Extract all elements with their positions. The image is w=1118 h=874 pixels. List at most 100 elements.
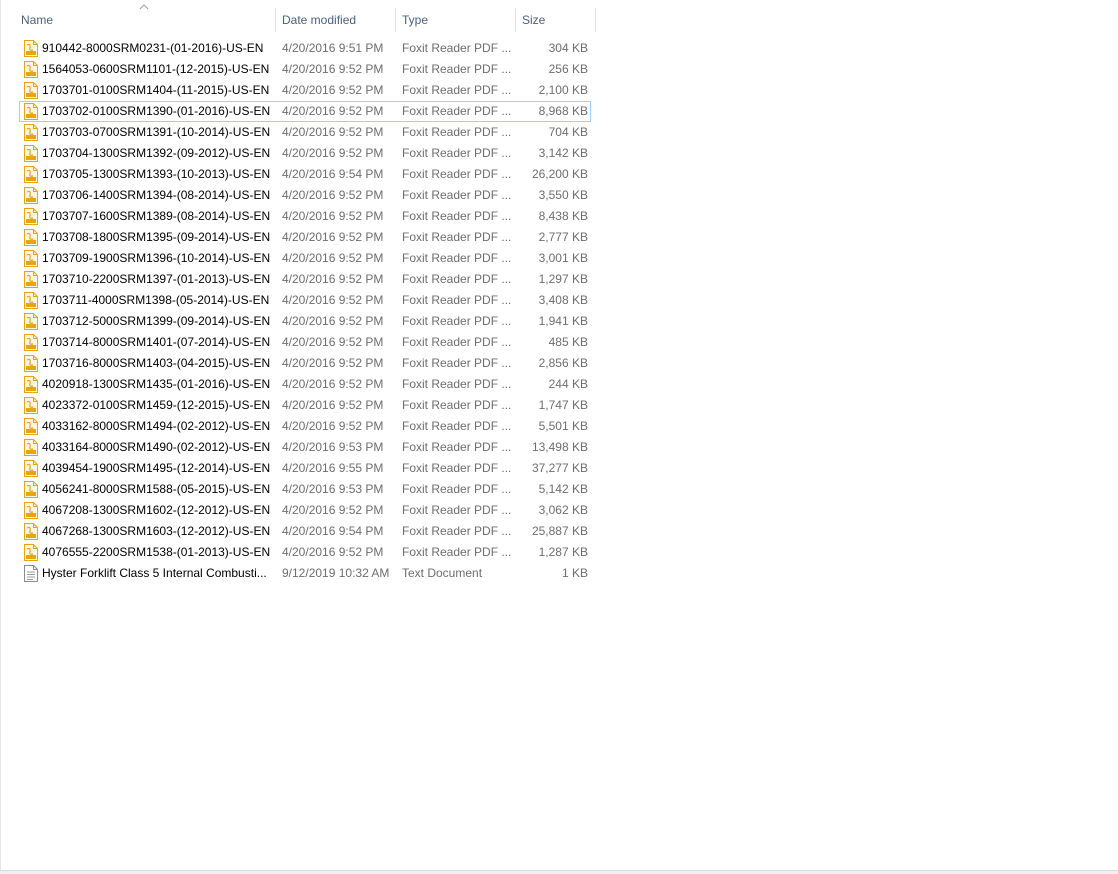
file-size: 5,501 KB	[538, 419, 588, 433]
pdf-file-icon	[24, 271, 38, 288]
file-row[interactable]: 4023372-0100SRM1459-(12-2015)-US-EN 4/20/…	[19, 395, 591, 416]
file-row[interactable]: 4033164-8000SRM1490-(02-2012)-US-EN 4/20/…	[19, 437, 591, 458]
file-row[interactable]: 1703711-4000SRM1398-(05-2014)-US-EN 4/20/…	[19, 290, 591, 311]
file-name: 1703705-1300SRM1393-(10-2013)-US-EN	[42, 167, 271, 181]
file-size: 1,747 KB	[538, 398, 588, 412]
file-name: 4039454-1900SRM1495-(12-2014)-US-EN	[42, 461, 271, 475]
file-date-modified: 4/20/2016 9:52 PM	[282, 314, 384, 328]
file-name: 1564053-0600SRM1101-(12-2015)-US-EN	[42, 62, 270, 76]
file-row[interactable]: 4039454-1900SRM1495-(12-2014)-US-EN 4/20/…	[19, 458, 591, 479]
file-type: Foxit Reader PDF ...	[402, 167, 512, 181]
file-date-modified: 4/20/2016 9:52 PM	[282, 335, 384, 349]
file-date-modified: 4/20/2016 9:52 PM	[282, 272, 384, 286]
file-name: 1703712-5000SRM1399-(09-2014)-US-EN	[42, 314, 271, 328]
file-size: 2,100 KB	[538, 83, 588, 97]
file-size: 37,277 KB	[531, 461, 588, 475]
file-date-modified: 4/20/2016 9:52 PM	[282, 545, 384, 559]
file-date-modified: 4/20/2016 9:52 PM	[282, 146, 384, 160]
file-type: Foxit Reader PDF ...	[402, 335, 512, 349]
file-row[interactable]: 4067208-1300SRM1602-(12-2012)-US-EN 4/20/…	[19, 500, 591, 521]
file-name: 1703701-0100SRM1404-(11-2015)-US-EN	[42, 83, 270, 97]
file-row[interactable]: 1703712-5000SRM1399-(09-2014)-US-EN 4/20/…	[19, 311, 591, 332]
pdf-file-icon	[24, 376, 38, 393]
file-size: 26,200 KB	[531, 167, 588, 181]
file-row[interactable]: 1703709-1900SRM1396-(10-2014)-US-EN 4/20/…	[19, 248, 591, 269]
file-size: 2,856 KB	[538, 356, 588, 370]
file-row[interactable]: 1703702-0100SRM1390-(01-2016)-US-EN 4/20/…	[19, 101, 591, 122]
file-date-modified: 4/20/2016 9:52 PM	[282, 125, 384, 139]
file-name: 1703703-0700SRM1391-(10-2014)-US-EN	[42, 125, 271, 139]
file-row[interactable]: 4033162-8000SRM1494-(02-2012)-US-EN 4/20/…	[19, 416, 591, 437]
pdf-file-icon	[24, 481, 38, 498]
file-date-modified: 4/20/2016 9:54 PM	[282, 524, 384, 538]
file-size: 704 KB	[548, 125, 588, 139]
file-row[interactable]: 1703710-2200SRM1397-(01-2013)-US-EN 4/20/…	[19, 269, 591, 290]
file-date-modified: 4/20/2016 9:53 PM	[282, 482, 384, 496]
file-size: 25,887 KB	[531, 524, 588, 538]
file-type: Foxit Reader PDF ...	[402, 419, 512, 433]
file-date-modified: 4/20/2016 9:52 PM	[282, 503, 384, 517]
file-type: Foxit Reader PDF ...	[402, 482, 512, 496]
file-row[interactable]: 1703706-1400SRM1394-(08-2014)-US-EN 4/20/…	[19, 185, 591, 206]
pdf-file-icon	[24, 103, 38, 120]
pdf-file-icon	[24, 166, 38, 183]
file-size: 8,968 KB	[538, 104, 588, 118]
file-date-modified: 9/12/2019 10:32 AM	[282, 566, 390, 580]
pdf-file-icon	[24, 313, 38, 330]
pdf-file-icon	[24, 439, 38, 456]
file-name: 1703711-4000SRM1398-(05-2014)-US-EN	[42, 293, 270, 307]
file-row[interactable]: Hyster Forklift Class 5 Internal Combust…	[19, 563, 591, 584]
file-row[interactable]: 1703716-8000SRM1403-(04-2015)-US-EN 4/20/…	[19, 353, 591, 374]
file-name: 1703716-8000SRM1403-(04-2015)-US-EN	[42, 356, 271, 370]
file-size: 3,062 KB	[538, 503, 588, 517]
pdf-file-icon	[24, 61, 38, 78]
file-row[interactable]: 1703714-8000SRM1401-(07-2014)-US-EN 4/20/…	[19, 332, 591, 353]
file-row[interactable]: 1703701-0100SRM1404-(11-2015)-US-EN 4/20/…	[19, 80, 591, 101]
column-header-name[interactable]: Name	[15, 8, 276, 32]
file-list-pane[interactable]: Name Date modified Type Size 910442-8000…	[0, 0, 1118, 870]
file-row[interactable]: 4020918-1300SRM1435-(01-2016)-US-EN 4/20/…	[19, 374, 591, 395]
file-date-modified: 4/20/2016 9:52 PM	[282, 356, 384, 370]
file-name: 1703702-0100SRM1390-(01-2016)-US-EN	[42, 104, 271, 118]
file-name: 1703704-1300SRM1392-(09-2012)-US-EN	[42, 146, 271, 160]
file-date-modified: 4/20/2016 9:54 PM	[282, 167, 384, 181]
file-type: Foxit Reader PDF ...	[402, 146, 512, 160]
file-name: 4033162-8000SRM1494-(02-2012)-US-EN	[42, 419, 271, 433]
column-header-type[interactable]: Type	[396, 8, 516, 32]
pdf-file-icon	[24, 523, 38, 540]
file-date-modified: 4/20/2016 9:52 PM	[282, 188, 384, 202]
file-size: 1,297 KB	[538, 272, 588, 286]
file-row[interactable]: 1703707-1600SRM1389-(08-2014)-US-EN 4/20/…	[19, 206, 591, 227]
file-row[interactable]: 4067268-1300SRM1603-(12-2012)-US-EN 4/20/…	[19, 521, 591, 542]
column-header-date-modified[interactable]: Date modified	[276, 8, 396, 32]
file-row[interactable]: 1564053-0600SRM1101-(12-2015)-US-EN 4/20/…	[19, 59, 591, 80]
file-row[interactable]: 4076555-2200SRM1538-(01-2013)-US-EN 4/20/…	[19, 542, 591, 563]
pdf-file-icon	[24, 250, 38, 267]
file-row[interactable]: 910442-8000SRM0231-(01-2016)-US-EN 4/20/2…	[19, 38, 591, 59]
file-size: 3,550 KB	[538, 188, 588, 202]
pdf-file-icon	[24, 292, 38, 309]
file-row[interactable]: 1703703-0700SRM1391-(10-2014)-US-EN 4/20/…	[19, 122, 591, 143]
file-row[interactable]: 1703705-1300SRM1393-(10-2013)-US-EN 4/20/…	[19, 164, 591, 185]
file-row[interactable]: 1703708-1800SRM1395-(09-2014)-US-EN 4/20/…	[19, 227, 591, 248]
file-name: 4076555-2200SRM1538-(01-2013)-US-EN	[42, 545, 271, 559]
file-name: 4033164-8000SRM1490-(02-2012)-US-EN	[42, 440, 271, 454]
file-date-modified: 4/20/2016 9:52 PM	[282, 419, 384, 433]
file-row[interactable]: 4056241-8000SRM1588-(05-2015)-US-EN 4/20/…	[19, 479, 591, 500]
file-name: 910442-8000SRM0231-(01-2016)-US-EN	[42, 41, 264, 55]
file-size: 8,438 KB	[538, 209, 588, 223]
file-date-modified: 4/20/2016 9:53 PM	[282, 440, 384, 454]
file-name: 1703706-1400SRM1394-(08-2014)-US-EN	[42, 188, 271, 202]
file-type: Foxit Reader PDF ...	[402, 377, 512, 391]
file-row[interactable]: 1703704-1300SRM1392-(09-2012)-US-EN 4/20/…	[19, 143, 591, 164]
file-size: 485 KB	[548, 335, 588, 349]
file-type: Foxit Reader PDF ...	[402, 251, 512, 265]
column-header-size[interactable]: Size	[516, 8, 596, 32]
file-size: 244 KB	[548, 377, 588, 391]
file-type: Foxit Reader PDF ...	[402, 524, 512, 538]
file-name: 4067208-1300SRM1602-(12-2012)-US-EN	[42, 503, 271, 517]
file-size: 5,142 KB	[538, 482, 588, 496]
pdf-file-icon	[24, 82, 38, 99]
file-type: Foxit Reader PDF ...	[402, 356, 512, 370]
file-date-modified: 4/20/2016 9:52 PM	[282, 104, 384, 118]
